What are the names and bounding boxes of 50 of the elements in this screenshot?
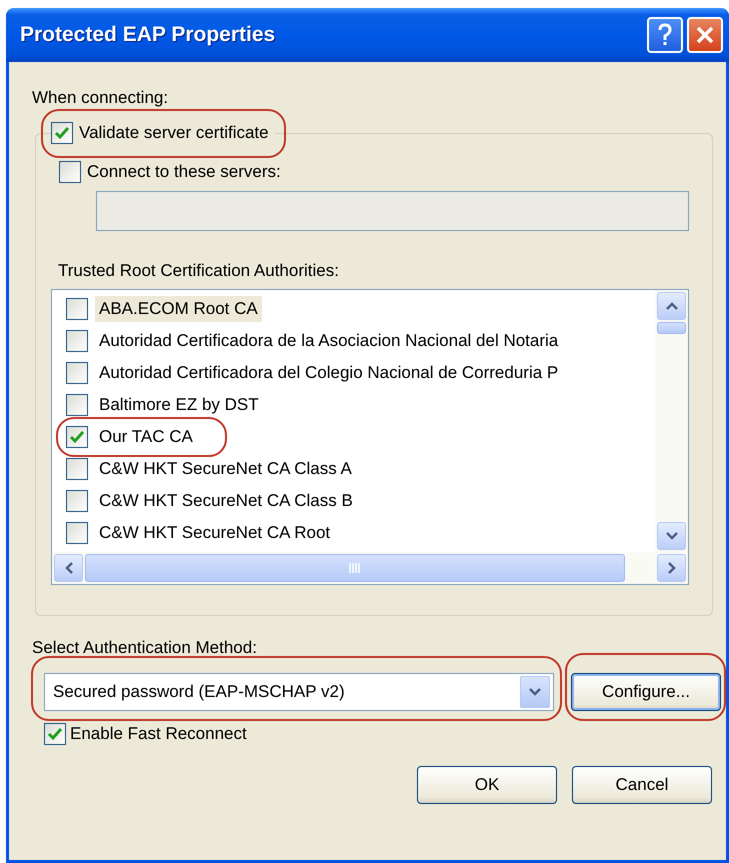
- list-checkbox[interactable]: [66, 426, 88, 448]
- checkbox-label: Connect to these servers:: [87, 162, 281, 182]
- list-item[interactable]: Autoridad Certificadora del Colegio Nacional de Correduria P: [95, 360, 562, 386]
- list-checkbox[interactable]: [66, 394, 88, 416]
- configure-button[interactable]: Configure...: [571, 673, 721, 711]
- checkbox-label: Enable Fast Reconnect: [70, 724, 247, 744]
- checkbox[interactable]: [51, 122, 73, 144]
- list-label: Trusted Root Certification Authorities:: [57, 261, 340, 281]
- close-icon: [695, 25, 715, 45]
- close-button[interactable]: [687, 17, 723, 53]
- checkbox[interactable]: [59, 161, 81, 183]
- scroll-thumb[interactable]: [657, 322, 686, 334]
- chevron-down-icon: [528, 687, 542, 697]
- method-dropdown[interactable]: Secured password (EAP-MSCHAP v2): [44, 673, 554, 711]
- list-checkbox[interactable]: [66, 298, 88, 320]
- list-checkbox[interactable]: [66, 362, 88, 384]
- checkbox[interactable]: [44, 723, 66, 745]
- list-item[interactable]: Autoridad Certificadora de la Asociacion Nacional del Notaria: [95, 328, 562, 354]
- window-title: Protected EAP Properties: [20, 23, 276, 47]
- dropdown-value: Secured password (EAP-MSCHAP v2): [53, 682, 346, 702]
- scroll-up-button[interactable]: [657, 292, 686, 320]
- scroll-left-button[interactable]: [54, 554, 83, 582]
- help-icon: [657, 23, 673, 47]
- list-checkbox[interactable]: [66, 490, 88, 512]
- chevron-down-icon: [664, 531, 678, 541]
- list-item[interactable]: C&W HKT SecureNet CA Root: [95, 520, 334, 546]
- chevron-up-icon: [664, 301, 678, 311]
- list-item[interactable]: Our TAC CA: [95, 424, 197, 450]
- scroll-down-button[interactable]: [657, 522, 686, 550]
- help-button[interactable]: [647, 17, 683, 53]
- dialog-button[interactable]: OK: [417, 766, 557, 804]
- list-checkbox[interactable]: [66, 458, 88, 480]
- list-item[interactable]: C&W HKT SecureNet CA Class B: [95, 488, 357, 514]
- checkbox-label: Validate server certificate: [79, 123, 269, 143]
- scroll-right-button[interactable]: [657, 554, 686, 582]
- horizontal-scrollbar[interactable]: [52, 552, 688, 584]
- scroll-thumb[interactable]: [85, 554, 625, 582]
- grip-icon: [349, 563, 361, 573]
- list-item[interactable]: C&W HKT SecureNet CA Class A: [95, 456, 356, 482]
- section-label: When connecting:: [32, 88, 170, 108]
- list-item[interactable]: ABA.ECOM Root CA: [95, 296, 262, 322]
- list-checkbox[interactable]: [66, 522, 88, 544]
- dialog-button[interactable]: Cancel: [572, 766, 712, 804]
- section-label: Select Authentication Method:: [32, 638, 258, 658]
- list-item[interactable]: Baltimore EZ by DST: [95, 392, 263, 418]
- dropdown-button[interactable]: [520, 676, 550, 708]
- chevron-right-icon: [666, 561, 676, 575]
- list-checkbox[interactable]: [66, 330, 88, 352]
- vertical-scrollbar[interactable]: [655, 290, 688, 552]
- chevron-left-icon: [64, 561, 74, 575]
